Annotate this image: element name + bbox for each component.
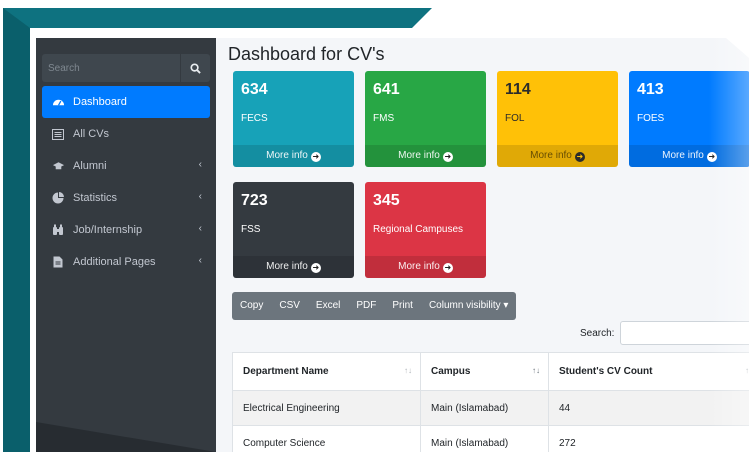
arrow-circle-right-icon: ➜ bbox=[442, 263, 453, 273]
stat-label: FSS bbox=[241, 224, 261, 235]
stat-label: Regional Campuses bbox=[373, 224, 464, 235]
excel-button[interactable]: Excel bbox=[308, 292, 348, 320]
app-window: Dashboard All CVs Alumni ‹ Statistics ‹ bbox=[36, 38, 749, 452]
more-info-label: More info bbox=[530, 150, 572, 161]
more-info-label: More info bbox=[398, 150, 440, 161]
sidebar-menu: Dashboard All CVs Alumni ‹ Statistics ‹ bbox=[36, 86, 216, 278]
print-button[interactable]: Print bbox=[384, 292, 421, 320]
stat-box-regional-campuses: 345 Regional Campuses More info ➜ bbox=[365, 182, 486, 278]
stage: Dashboard All CVs Alumni ‹ Statistics ‹ bbox=[0, 0, 749, 452]
sort-icon: ↑↓ bbox=[745, 366, 749, 375]
stat-label: FOES bbox=[637, 113, 665, 124]
cell-cv-count: 272 bbox=[548, 425, 749, 452]
stat-label: FOL bbox=[505, 113, 525, 124]
more-info-label: More info bbox=[398, 261, 440, 272]
sidebar-search-input[interactable] bbox=[42, 54, 180, 82]
more-info-link[interactable]: More info ➜ bbox=[233, 145, 354, 167]
main-content: Dashboard for CV's 634 FECS More info ➜ 6… bbox=[216, 38, 749, 452]
more-info-link[interactable]: More info ➜ bbox=[365, 256, 486, 278]
sort-icon: ↑↓ bbox=[404, 366, 412, 375]
chevron-left-icon: ‹ bbox=[198, 255, 202, 266]
sidebar-item-all-cvs[interactable]: All CVs bbox=[36, 118, 216, 150]
more-info-label: More info bbox=[266, 261, 308, 272]
cell-department: Computer Science bbox=[232, 425, 421, 452]
more-info-label: More info bbox=[662, 150, 704, 161]
stat-count: 345 bbox=[373, 192, 400, 209]
sidebar-item-additional-pages[interactable]: Additional Pages ‹ bbox=[36, 246, 216, 278]
sidebar-item-label: All CVs bbox=[73, 128, 110, 140]
header-label: Campus bbox=[431, 366, 471, 377]
copy-button[interactable]: Copy bbox=[232, 292, 271, 320]
page-fold-shadow bbox=[36, 422, 216, 452]
column-visibility-label: Column visibility bbox=[428, 300, 501, 311]
table-row: Computer Science Main (Islamabad) 272 bbox=[232, 425, 749, 452]
table-row: Electrical Engineering Main (Islamabad) … bbox=[232, 390, 749, 426]
more-info-link[interactable]: More info ➜ bbox=[233, 256, 354, 278]
chevron-left-icon: ‹ bbox=[198, 159, 202, 170]
file-icon bbox=[51, 255, 65, 269]
stat-count: 114 bbox=[505, 81, 531, 98]
stat-count: 413 bbox=[637, 81, 664, 98]
header-label: Department Name bbox=[243, 366, 329, 377]
more-info-link[interactable]: More info ➜ bbox=[365, 145, 486, 167]
table-search-label: Search: bbox=[580, 328, 615, 339]
cell-department: Electrical Engineering bbox=[232, 390, 421, 426]
stat-box-fol: 114 FOL More info ➜ bbox=[497, 71, 618, 167]
sidebar-item-label: Dashboard bbox=[73, 96, 127, 108]
arrow-circle-right-icon: ➜ bbox=[574, 152, 585, 162]
cell-cv-count: 44 bbox=[548, 390, 749, 426]
stat-label: FECS bbox=[241, 113, 268, 124]
stat-box-fecs: 634 FECS More info ➜ bbox=[233, 71, 354, 167]
pdf-button[interactable]: PDF bbox=[348, 292, 384, 320]
arrow-circle-right-icon: ➜ bbox=[706, 152, 717, 162]
arrow-circle-right-icon: ➜ bbox=[310, 152, 321, 162]
sidebar-item-label: Statistics bbox=[73, 192, 118, 204]
arrow-circle-right-icon: ➜ bbox=[310, 263, 321, 273]
cell-campus: Main (Islamabad) bbox=[420, 390, 549, 426]
binoculars-icon bbox=[51, 223, 65, 237]
column-header-department[interactable]: Department Name ↑↓ bbox=[232, 352, 421, 391]
table-search-input[interactable] bbox=[620, 321, 749, 345]
column-header-cv-count[interactable]: Student's CV Count ↑↓ bbox=[548, 352, 749, 391]
search-icon[interactable] bbox=[180, 54, 210, 82]
sidebar-search bbox=[42, 54, 210, 82]
sidebar-item-label: Additional Pages bbox=[73, 256, 156, 268]
sidebar: Dashboard All CVs Alumni ‹ Statistics ‹ bbox=[36, 38, 216, 452]
sort-icon: ↑↓ bbox=[532, 366, 540, 375]
sidebar-item-alumni[interactable]: Alumni ‹ bbox=[36, 150, 216, 182]
column-header-campus[interactable]: Campus ↑↓ bbox=[420, 352, 549, 391]
stat-count: 641 bbox=[373, 81, 400, 98]
list-icon bbox=[51, 127, 65, 141]
data-table: Department Name ↑↓ Campus ↑↓ Student's CV … bbox=[232, 352, 749, 452]
stat-label: FMS bbox=[373, 113, 395, 124]
stat-count: 634 bbox=[241, 81, 268, 98]
arrow-circle-right-icon: ➜ bbox=[442, 152, 453, 162]
cell-campus: Main (Islamabad) bbox=[420, 425, 549, 452]
column-visibility-button[interactable]: Column visibility ▾ bbox=[421, 292, 517, 320]
stat-box-fms: 641 FMS More info ➜ bbox=[365, 71, 486, 167]
stat-box-fss: 723 FSS More info ➜ bbox=[233, 182, 354, 278]
stat-box-foes: 413 FOES More info ➜ bbox=[629, 71, 749, 167]
sidebar-item-dashboard[interactable]: Dashboard bbox=[42, 86, 210, 118]
graduation-cap-icon bbox=[51, 159, 65, 173]
more-info-link[interactable]: More info ➜ bbox=[629, 145, 749, 167]
table-header-row: Department Name ↑↓ Campus ↑↓ Student's CV … bbox=[232, 352, 749, 391]
export-button-group: Copy CSV Excel PDF Print Column visibili… bbox=[232, 292, 517, 320]
csv-button[interactable]: CSV bbox=[271, 292, 308, 320]
sidebar-item-statistics[interactable]: Statistics ‹ bbox=[36, 182, 216, 214]
pie-chart-icon bbox=[51, 191, 65, 205]
dashboard-icon bbox=[51, 95, 65, 109]
header-label: Student's CV Count bbox=[559, 366, 653, 377]
chevron-left-icon: ‹ bbox=[198, 191, 202, 202]
more-info-link[interactable]: More info ➜ bbox=[497, 145, 618, 167]
more-info-label: More info bbox=[266, 150, 308, 161]
sidebar-item-label: Job/Internship bbox=[73, 224, 143, 236]
sidebar-item-label: Alumni bbox=[73, 160, 107, 172]
stat-count: 723 bbox=[241, 192, 268, 209]
sidebar-item-job-internship[interactable]: Job/Internship ‹ bbox=[36, 214, 216, 246]
chevron-left-icon: ‹ bbox=[198, 223, 202, 234]
page-title: Dashboard for CV's bbox=[228, 44, 385, 64]
caret-down-icon: ▾ bbox=[503, 300, 509, 311]
